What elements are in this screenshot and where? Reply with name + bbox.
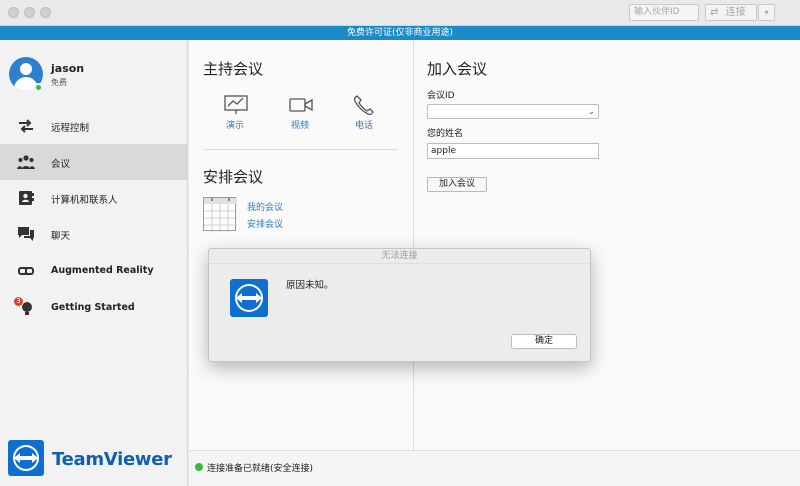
sidebar-item-label: 远程控制 <box>51 123 90 134</box>
schedule-meeting-link[interactable]: 安排会议 <box>247 217 283 230</box>
teamviewer-logo-text: TeamViewer <box>52 449 172 470</box>
contacts-icon <box>19 191 34 205</box>
connect-dropdown-button[interactable]: ▾ <box>758 4 775 21</box>
join-meeting-title: 加入会议 <box>427 60 488 78</box>
meeting-id-label: 会议ID <box>427 91 455 101</box>
online-status-dot <box>34 83 43 92</box>
calendar-icon <box>203 196 237 232</box>
sidebar-item-getting-started[interactable]: 3 Getting Started <box>0 290 188 326</box>
host-meeting-title: 主持会议 <box>203 60 264 78</box>
chevron-down-icon[interactable]: ⌄ <box>588 105 595 118</box>
partner-id-input[interactable]: 输入伙伴ID <box>629 4 699 21</box>
sidebar-item-chat[interactable]: 聊天 <box>0 216 188 252</box>
chat-icon <box>18 227 34 241</box>
status-text: 连接准备已就绪(安全连接) <box>207 464 314 474</box>
presentation-icon[interactable] <box>224 95 248 115</box>
section-divider <box>203 149 398 150</box>
my-meetings-link[interactable]: 我的会议 <box>247 200 283 213</box>
video-camera-icon[interactable] <box>289 96 313 116</box>
sidebar-item-augmented-reality[interactable]: Augmented Reality <box>0 253 188 289</box>
sidebar-item-label: 会议 <box>51 159 71 170</box>
sidebar-item-label: Getting Started <box>51 302 135 313</box>
meeting-people-icon <box>17 155 35 169</box>
join-meeting-button[interactable]: 加入会议 <box>427 177 487 192</box>
name-label: 您的姓名 <box>427 129 464 139</box>
sidebar-item-computers-contacts[interactable]: 计算机和联系人 <box>0 180 188 216</box>
sidebar-item-label: Augmented Reality <box>51 265 154 276</box>
user-plan: 免费 <box>51 78 67 87</box>
connect-button[interactable]: ⇄ 连接 <box>705 4 757 21</box>
minimize-window-button[interactable] <box>24 7 35 18</box>
status-bar: 连接准备已就绪(安全连接) <box>189 450 800 486</box>
dialog-message: 原因未知。 <box>286 280 334 291</box>
ok-button[interactable]: 确定 <box>511 334 577 349</box>
video-option[interactable]: 视频 <box>291 118 309 131</box>
connect-arrows-icon: ⇄ <box>710 7 719 18</box>
status-indicator-dot <box>195 463 203 471</box>
dialog-title: 无法连接 <box>209 249 590 264</box>
meeting-id-combobox[interactable]: ⌄ <box>427 104 599 119</box>
sidebar-item-remote-control[interactable]: 远程控制 <box>0 108 188 144</box>
sidebar-item-label: 计算机和联系人 <box>51 195 118 206</box>
sidebar: jason 免费 远程控制 会议 计算机和联系人 聊天 Augmented Re <box>0 40 188 486</box>
zoom-window-button[interactable] <box>40 7 51 18</box>
phone-icon[interactable] <box>352 95 376 115</box>
arrows-icon <box>19 119 33 133</box>
ar-goggles-icon <box>18 267 34 275</box>
close-window-button[interactable] <box>8 7 19 18</box>
notification-badge: 3 <box>14 297 23 306</box>
user-name: jason <box>51 62 85 75</box>
present-option[interactable]: 演示 <box>226 118 244 131</box>
teamviewer-logo-icon <box>8 440 44 476</box>
main-panel <box>189 40 800 450</box>
name-input[interactable]: apple <box>427 143 599 159</box>
schedule-meeting-title: 安排会议 <box>203 168 264 186</box>
panel-divider <box>413 40 414 450</box>
connect-button-label: 连接 <box>725 7 746 18</box>
error-dialog: 无法连接 原因未知。 确定 <box>208 248 591 362</box>
license-banner: 免费许可证(仅非商业用途) <box>0 26 800 40</box>
window-titlebar: 输入伙伴ID ⇄ 连接 ▾ <box>0 0 800 26</box>
sidebar-item-meeting[interactable]: 会议 <box>0 144 188 180</box>
sidebar-item-label: 聊天 <box>51 231 71 242</box>
teamviewer-app-icon <box>230 279 268 317</box>
phone-option[interactable]: 电话 <box>355 118 373 131</box>
